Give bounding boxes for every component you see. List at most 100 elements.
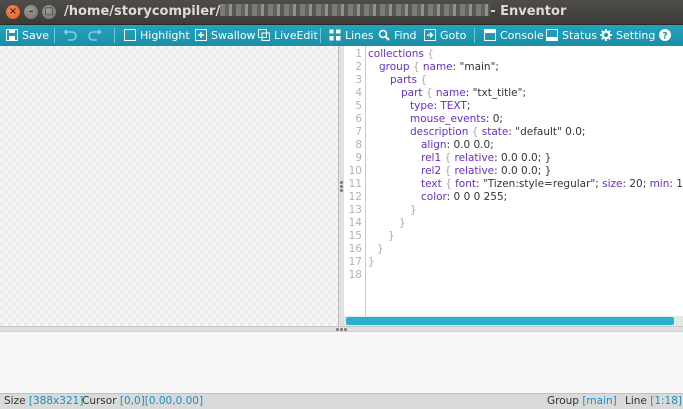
- redo-button[interactable]: [88, 25, 106, 46]
- help-icon: ?: [659, 29, 671, 41]
- code-line: }: [377, 243, 384, 255]
- code-line: }: [388, 230, 395, 242]
- console-label: Console: [500, 29, 544, 42]
- line-number: 3: [355, 74, 362, 86]
- line-number: 12: [348, 191, 362, 203]
- live-view-pane[interactable]: [0, 46, 339, 326]
- lines-toggle[interactable]: Lines: [329, 25, 374, 46]
- save-label: Save: [22, 29, 50, 42]
- size-value: [388x321]: [28, 395, 84, 407]
- splitter-dot: [340, 181, 343, 184]
- line-number: 17: [348, 256, 362, 268]
- undo-icon: [63, 29, 77, 41]
- title-bar: × – □ /home/storycompiler/ - Enventor: [0, 0, 683, 25]
- status-icon: [546, 29, 558, 41]
- line-number: 9: [355, 152, 362, 164]
- liveedit-toggle[interactable]: LiveEdit: [258, 25, 318, 46]
- console-pane[interactable]: [0, 331, 683, 393]
- code-line: group { name: "main";: [379, 61, 499, 73]
- gear-icon: [600, 29, 612, 41]
- group-value: [main]: [582, 395, 617, 407]
- toolbar-separator: [320, 28, 321, 43]
- undo-button[interactable]: [63, 25, 81, 46]
- save-button[interactable]: Save: [6, 25, 49, 46]
- code-line: part { name: "txt_title";: [401, 87, 526, 99]
- code-line: color: 0 0 0 255;: [421, 191, 508, 203]
- liveedit-icon: [258, 29, 270, 41]
- swallow-label: Swallow: [211, 29, 256, 42]
- line-number: 1: [355, 48, 362, 60]
- code-editor[interactable]: 1 2 3 4 5 6 7 8 9 10 11 12 13 14 15 16 1…: [344, 46, 683, 326]
- minimize-window-button[interactable]: –: [24, 5, 38, 19]
- goto-icon: [424, 29, 436, 41]
- search-icon: [378, 29, 390, 41]
- redo-icon: [88, 29, 102, 41]
- code-line: }: [368, 256, 375, 268]
- status-bar: Size [388x321] Cursor [0,0][0.00,0.00] G…: [0, 393, 683, 409]
- save-icon: [6, 29, 18, 41]
- toolbar-separator: [474, 28, 475, 43]
- code-line: rel1 { relative: 0.0 0.0; }: [421, 152, 552, 164]
- find-button[interactable]: Find: [378, 25, 417, 46]
- cursor-relative-value: [0.00,0.00]: [144, 395, 204, 407]
- goto-button[interactable]: Goto: [424, 25, 466, 46]
- line-number: 16: [348, 243, 362, 255]
- line-number: 8: [355, 139, 362, 151]
- code-line: align: 0.0 0.0;: [421, 139, 494, 151]
- line-number: 11: [348, 178, 362, 190]
- code-line: collections {: [368, 48, 434, 60]
- line-number: 6: [355, 113, 362, 125]
- highlight-toggle[interactable]: Highlight: [124, 25, 190, 46]
- setting-button[interactable]: Setting: [600, 25, 655, 46]
- splitter-dot: [340, 189, 343, 192]
- line-number: 10: [348, 165, 362, 177]
- group-label: Group: [547, 395, 579, 407]
- line-number-gutter: 1 2 3 4 5 6 7 8 9 10 11 12 13 14 15 16 1…: [344, 46, 366, 326]
- cursor-status: Cursor [0,0][0.00,0.00]: [82, 394, 203, 409]
- line-number: 5: [355, 100, 362, 112]
- line-number: 13: [348, 204, 362, 216]
- code-line: }: [410, 204, 417, 216]
- line-number: 14: [348, 217, 362, 229]
- line-number: 4: [355, 87, 362, 99]
- swallow-icon: [195, 29, 207, 41]
- line-number: 7: [355, 126, 362, 138]
- window-title-app: - Enventor: [490, 4, 567, 19]
- lines-icon: [329, 29, 341, 41]
- line-status: Line [1:18]: [625, 394, 682, 409]
- status-toggle[interactable]: Status: [546, 25, 597, 46]
- group-status: Group [main]: [547, 394, 617, 409]
- size-label: Size: [4, 395, 26, 407]
- console-toggle[interactable]: Console: [484, 25, 544, 46]
- code-line: type: TEXT;: [410, 100, 471, 112]
- splitter-dot: [340, 185, 343, 188]
- line-number: 15: [348, 230, 362, 242]
- code-line: parts {: [390, 74, 428, 86]
- code-line: }: [399, 217, 406, 229]
- cursor-value: [0,0]: [119, 395, 145, 407]
- svg-text:?: ?: [662, 32, 667, 42]
- toolbar-separator: [114, 28, 115, 43]
- horizontal-scrollbar[interactable]: [344, 316, 683, 326]
- line-number: 18: [348, 269, 362, 281]
- highlight-label: Highlight: [140, 29, 190, 42]
- console-icon: [484, 29, 496, 41]
- toolbar-separator: [54, 28, 55, 43]
- status-label: Status: [562, 29, 598, 42]
- liveedit-label: LiveEdit: [274, 29, 318, 42]
- code-line: mouse_events: 0;: [410, 113, 503, 125]
- close-window-button[interactable]: ×: [6, 5, 20, 19]
- setting-label: Setting: [616, 29, 656, 42]
- size-status: Size [388x321]: [4, 394, 83, 409]
- find-label: Find: [394, 29, 417, 42]
- swallow-toggle[interactable]: Swallow: [195, 25, 256, 46]
- toolbar: Save Highlight Swallow LiveEdit Lines Fi…: [0, 25, 683, 46]
- goto-label: Goto: [440, 29, 467, 42]
- code-line: rel2 { relative: 0.0 0.0; }: [421, 165, 552, 177]
- maximize-window-button[interactable]: □: [42, 5, 56, 19]
- lines-label: Lines: [345, 29, 374, 42]
- help-button[interactable]: ?: [659, 25, 675, 46]
- code-line: description { state: "default" 0.0;: [410, 126, 586, 138]
- scrollbar-thumb[interactable]: [346, 317, 674, 325]
- line-value: [1:18]: [650, 395, 683, 407]
